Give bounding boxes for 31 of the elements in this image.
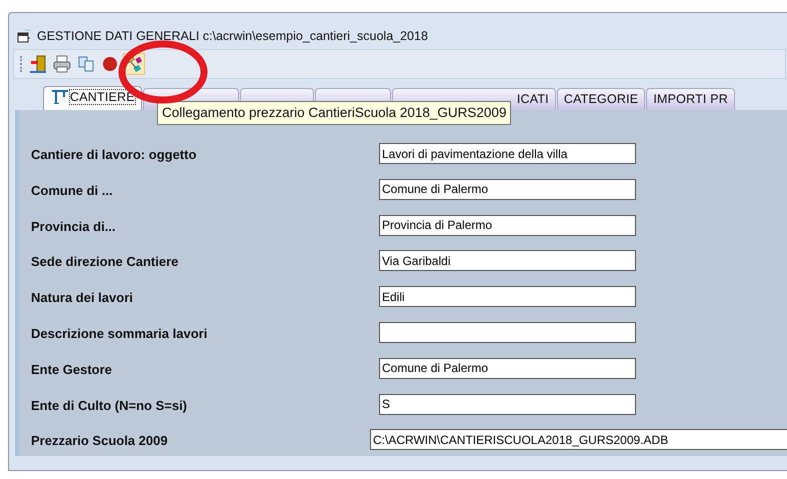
field-label: Prezzario Scuola 2009	[30, 432, 169, 450]
exit-door-icon	[28, 54, 48, 74]
input-field[interactable]: C:\ACRWIN\CANTIERISCUOLA2018_GURS2009.ADB	[370, 429, 787, 450]
input-field[interactable]: S	[379, 394, 636, 415]
input-field[interactable]: Via Garibaldi	[379, 250, 636, 272]
toolbar-button[interactable]	[27, 53, 49, 75]
field-label: Comune di ...	[30, 182, 114, 200]
tab[interactable]: IMPORTI PR	[646, 88, 736, 110]
tooltip: Collegamento prezzario CantieriScuola 2018_GURS2009	[157, 101, 512, 126]
field-label: Ente di Culto (N=no S=si)	[30, 396, 188, 415]
printer-icon	[52, 54, 72, 74]
input-field[interactable]: Comune di Palermo	[379, 358, 636, 379]
field-label: Cantiere di lavoro: oggetto	[30, 146, 198, 164]
input-field[interactable]	[379, 322, 636, 343]
field-label: Sede direzione Cantiere	[30, 253, 180, 272]
stop-icon	[100, 54, 120, 74]
tab[interactable]: CANTIERE	[43, 86, 142, 110]
window-title: GESTIONE DATI GENERALI c:\acrwin\esempio_cantieri_scuola_2018	[37, 28, 428, 45]
field-label: Provincia di...	[30, 218, 117, 236]
input-field[interactable]: Comune di Palermo	[379, 178, 636, 200]
copy-icon	[76, 54, 96, 74]
window-icon	[17, 30, 31, 43]
field-label: Natura dei lavori	[30, 289, 134, 308]
input-field[interactable]: Lavori di pavimentazione della villa	[379, 143, 636, 164]
toolbar-button[interactable]	[51, 53, 73, 75]
tab[interactable]: CATEGORIE	[556, 88, 646, 110]
field-label: Descrizione sommaria lavori	[30, 324, 208, 343]
field-label: Ente Gestore	[30, 360, 113, 379]
input-field[interactable]: Provincia di Palermo	[379, 214, 636, 236]
input-field[interactable]: Edili	[379, 286, 636, 308]
crane-icon	[50, 88, 70, 104]
